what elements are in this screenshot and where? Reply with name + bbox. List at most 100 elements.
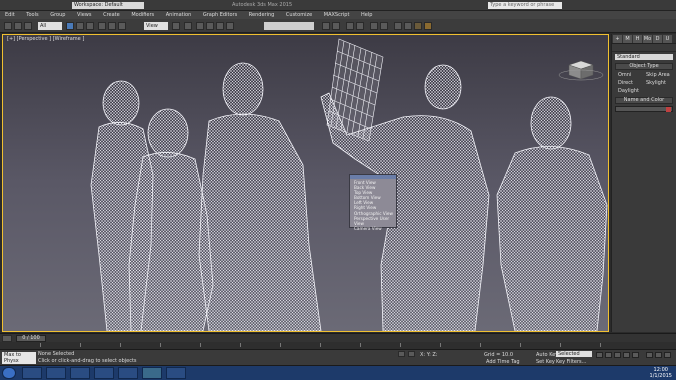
direct-button[interactable]: Direct — [618, 80, 642, 86]
play-icon[interactable] — [614, 352, 621, 358]
wireframe-people-models — [90, 38, 608, 331]
viewcube-icon[interactable] — [558, 60, 604, 81]
daylight-button[interactable]: Daylight — [618, 88, 642, 94]
mini-curve-editor-icon[interactable] — [2, 335, 12, 342]
workspace-dropdown[interactable]: Workspace: Default — [72, 2, 144, 9]
menu-customize[interactable]: Customize — [281, 11, 317, 19]
key-filters-button[interactable]: Key Filters... — [556, 359, 586, 365]
curve-editor-icon[interactable] — [370, 22, 378, 30]
material-editor-icon[interactable] — [394, 22, 402, 30]
menu-item-orthographic-view[interactable]: Orthographic View — [350, 211, 396, 216]
menu-views[interactable]: Views — [72, 11, 96, 19]
go-to-end-icon[interactable] — [632, 352, 639, 358]
perspective-viewport[interactable]: [+] [Perspective ] [Wireframe ] Front Vi… — [2, 34, 609, 332]
pan-icon[interactable] — [664, 352, 671, 358]
taskbar-explorer-icon[interactable] — [22, 367, 42, 379]
reference-coordinate-dropdown[interactable]: View — [144, 22, 168, 30]
empty-slot — [646, 88, 670, 94]
taskbar-paint-icon[interactable] — [166, 367, 186, 379]
name-and-color-rollout[interactable]: Name and Color — [615, 97, 673, 104]
key-mode-dropdown[interactable]: Selected — [556, 351, 592, 357]
menu-graph-editors[interactable]: Graph Editors — [198, 11, 242, 19]
grid-size: Grid = 10.0 — [484, 352, 513, 358]
zoom-icon[interactable] — [646, 352, 653, 358]
system-clock[interactable]: 12:00 1/1/2015 — [650, 367, 672, 379]
skylight-button[interactable]: Skylight — [646, 80, 670, 86]
maxscript-listener-input[interactable]: Max to Physx — [2, 352, 36, 364]
object-type-rollout[interactable]: Object Type — [615, 63, 673, 70]
previous-frame-icon[interactable] — [605, 352, 612, 358]
layer-manager-icon[interactable] — [346, 22, 354, 30]
orbit-icon[interactable] — [655, 352, 662, 358]
menu-edit[interactable]: Edit — [0, 11, 20, 19]
next-frame-icon[interactable] — [623, 352, 630, 358]
render-icon[interactable] — [424, 22, 432, 30]
create-category-icons[interactable] — [612, 44, 676, 52]
add-time-tag-button[interactable]: Add Time Tag — [486, 359, 520, 365]
tab-utilities[interactable]: U — [663, 35, 672, 43]
search-input[interactable]: Type a keyword or phrase — [488, 2, 562, 9]
menu-modifiers[interactable]: Modifiers — [126, 11, 159, 19]
rectangle-selection-icon[interactable] — [86, 22, 94, 30]
set-key-button[interactable]: Set Key — [536, 359, 555, 365]
selection-filter-dropdown[interactable]: All — [38, 22, 62, 30]
tab-motion[interactable]: Mo — [643, 35, 652, 43]
absolute-mode-icon[interactable] — [408, 351, 415, 357]
menu-tools[interactable]: Tools — [21, 11, 43, 19]
taskbar-chrome-icon[interactable] — [94, 367, 114, 379]
align-icon[interactable] — [332, 22, 340, 30]
select-manipulate-icon[interactable] — [184, 22, 192, 30]
redo-icon[interactable] — [14, 22, 22, 30]
tab-hierarchy[interactable]: H — [633, 35, 642, 43]
time-slider[interactable]: 0 / 100 — [16, 335, 46, 342]
select-by-name-icon[interactable] — [76, 22, 84, 30]
render-frame-icon[interactable] — [414, 22, 422, 30]
coordinate-readout[interactable]: X: Y: Z: — [420, 352, 437, 358]
menu-help[interactable]: Help — [356, 11, 377, 19]
schematic-view-icon[interactable] — [380, 22, 388, 30]
start-button-icon[interactable] — [2, 367, 16, 379]
main-toolbar: All View — [0, 19, 676, 33]
omni-button[interactable]: Omni — [618, 72, 642, 78]
taskbar-app-icon[interactable] — [118, 367, 138, 379]
windows-taskbar: 12:00 1/1/2015 — [0, 366, 676, 380]
menu-maxscript[interactable]: MAXScript — [319, 11, 355, 19]
snap-icon[interactable] — [196, 22, 204, 30]
light-type-dropdown[interactable]: Standard — [615, 54, 673, 60]
undo-icon[interactable] — [4, 22, 12, 30]
track-bar[interactable] — [0, 342, 676, 350]
taskbar-3dsmax-icon[interactable] — [142, 367, 162, 379]
menu-item-perspective-user-view[interactable]: Perspective User View — [350, 216, 396, 226]
render-setup-icon[interactable] — [404, 22, 412, 30]
prompt-line: Click or click-and-drag to select object… — [38, 358, 137, 364]
spinner-snap-icon[interactable] — [226, 22, 234, 30]
object-name-input[interactable] — [615, 106, 673, 112]
menu-create[interactable]: Create — [98, 11, 125, 19]
mirror-icon[interactable] — [322, 22, 330, 30]
named-selection-set-input[interactable] — [264, 22, 314, 30]
link-icon[interactable] — [24, 22, 32, 30]
percent-snap-icon[interactable] — [216, 22, 224, 30]
taskbar-media-icon[interactable] — [46, 367, 66, 379]
skip-area-button[interactable]: Skip Area — [646, 72, 670, 78]
go-to-start-icon[interactable] — [596, 352, 603, 358]
scale-icon[interactable] — [118, 22, 126, 30]
tab-modify[interactable]: M — [623, 35, 632, 43]
rotate-icon[interactable] — [108, 22, 116, 30]
menu-animation[interactable]: Animation — [161, 11, 197, 19]
tab-display[interactable]: D — [653, 35, 662, 43]
lock-selection-icon[interactable] — [398, 351, 405, 357]
move-icon[interactable] — [98, 22, 106, 30]
object-color-swatch[interactable] — [666, 107, 671, 112]
auto-key-button[interactable]: Auto Key — [536, 352, 558, 358]
menu-rendering[interactable]: Rendering — [244, 11, 280, 19]
graphite-ribbon-icon[interactable] — [356, 22, 364, 30]
angle-snap-icon[interactable] — [206, 22, 214, 30]
menu-bar: Edit Tools Group Views Create Modifiers … — [0, 11, 676, 19]
menu-item-camera-view[interactable]: Camera View — [350, 226, 396, 231]
select-object-icon[interactable] — [66, 22, 74, 30]
menu-group[interactable]: Group — [45, 11, 70, 19]
taskbar-folder-icon[interactable] — [70, 367, 90, 379]
pivot-icon[interactable] — [172, 22, 180, 30]
tab-create[interactable]: + — [613, 35, 622, 43]
